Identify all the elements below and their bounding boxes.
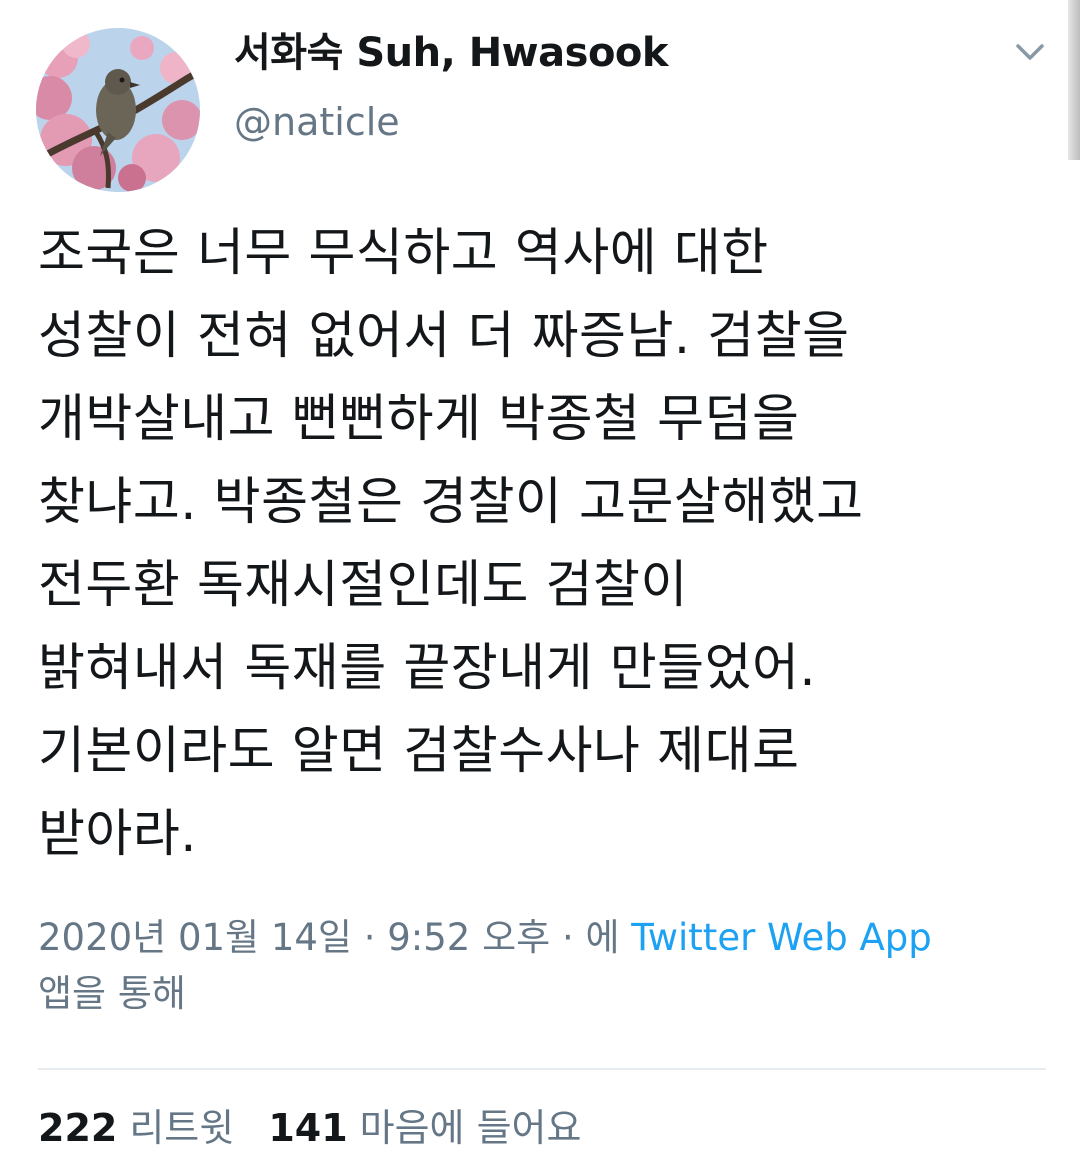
likes-count: 141 — [268, 1106, 348, 1150]
source-suffix: 앱을 통해 — [38, 972, 186, 1015]
avatar-image — [36, 28, 200, 192]
tweet-stats: 222 리트윗 141 마음에 들어요 — [38, 1098, 603, 1158]
tweet-text-line: 찾냐고. 박종철은 경찰이 고문살해했고 — [38, 473, 864, 532]
likes-stat[interactable]: 141 마음에 들어요 — [268, 1106, 581, 1150]
tweet-text-line: 전두환 독재시절인데도 검찰이 — [38, 556, 688, 615]
retweets-count: 222 — [38, 1106, 118, 1150]
meta-line-1: 2020년 01월 14일 · 9:52 오후 · 에 Twitter Web … — [38, 910, 1048, 966]
divider — [38, 1068, 1046, 1070]
tweet-text-line: 조국은 너무 무식하고 역사에 대한 — [38, 224, 769, 283]
avatar[interactable] — [36, 28, 200, 192]
tweet-text-line: 성찰이 전혀 없어서 더 짜증남. 검찰을 — [38, 307, 850, 366]
tweet-card: 서화숙 Suh, Hwasook @naticle 조국은 너무 무식하고 역사… — [0, 0, 1080, 1174]
tweet-text: 조국은 너무 무식하고 역사에 대한 성찰이 전혀 없어서 더 짜증남. 검찰을… — [38, 212, 1048, 876]
tweet-text-line: 밝혀내서 독재를 끝장내게 만들었어. — [38, 639, 817, 698]
user-handle[interactable]: @naticle — [234, 100, 400, 144]
retweets-label: 리트윗 — [129, 1106, 235, 1150]
tweet-text-line: 받아라. — [38, 805, 197, 864]
likes-label: 마음에 들어요 — [359, 1106, 582, 1150]
tweet-timestamp[interactable]: 2020년 01월 14일 · 9:52 오후 · 에 — [38, 916, 620, 959]
tweet-meta: 2020년 01월 14일 · 9:52 오후 · 에 Twitter Web … — [38, 910, 1048, 1022]
retweets-stat[interactable]: 222 리트윗 — [38, 1106, 246, 1150]
tweet-text-line: 기본이라도 알면 검찰수사나 제대로 — [38, 722, 800, 781]
chevron-down-icon[interactable] — [1008, 30, 1052, 74]
scroll-edge — [1068, 0, 1080, 160]
tweet-text-line: 개박살내고 뻔뻔하게 박종철 무덤을 — [38, 390, 800, 449]
source-link[interactable]: Twitter Web App — [631, 916, 931, 959]
display-name[interactable]: 서화숙 Suh, Hwasook — [234, 20, 669, 78]
